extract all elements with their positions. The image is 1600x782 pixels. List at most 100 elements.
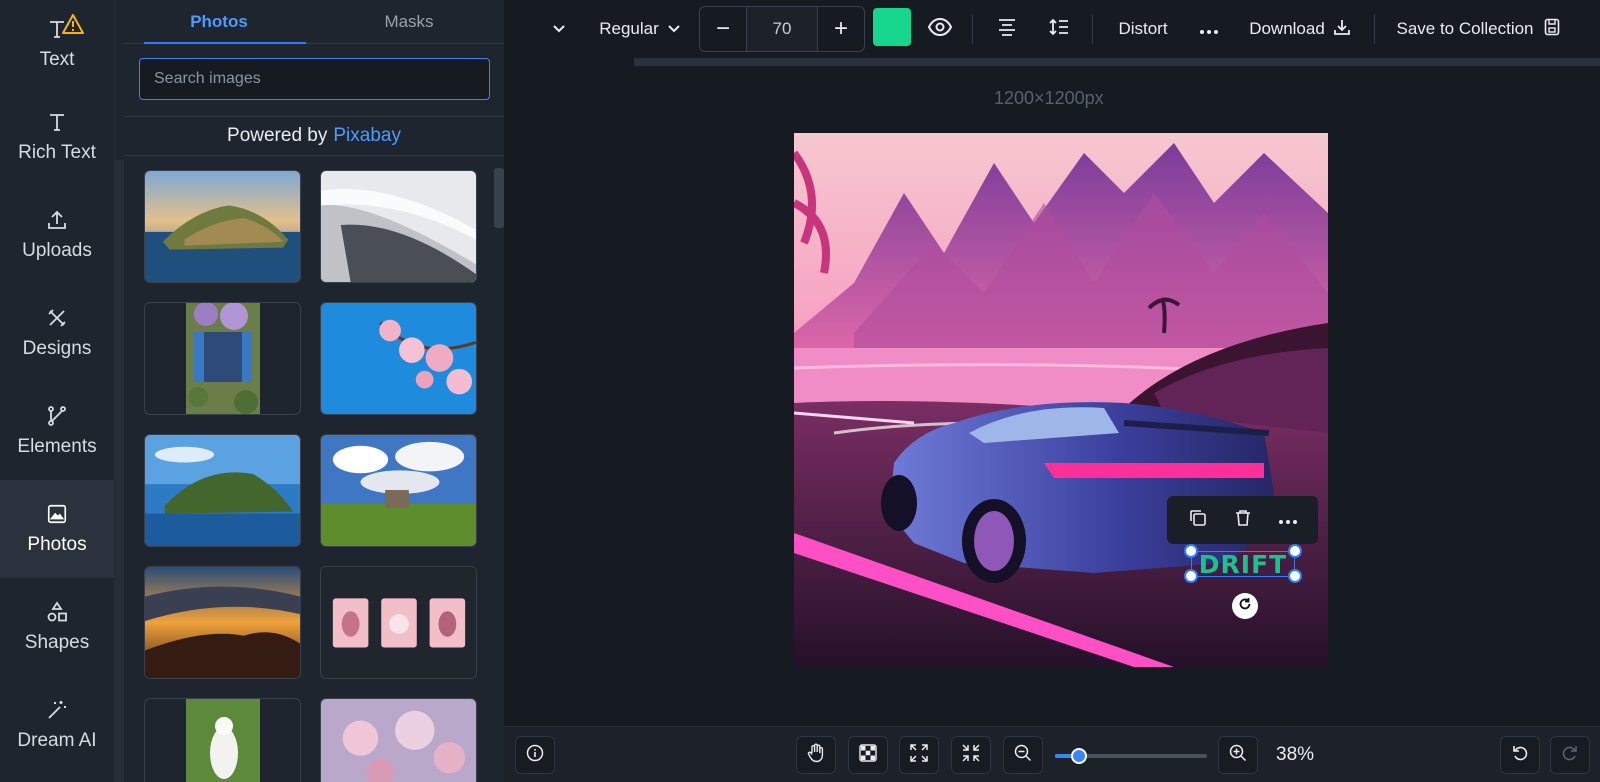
rail-item-uploads[interactable]: Uploads (0, 186, 114, 284)
font-size-input[interactable]: 70 (746, 7, 818, 51)
delete-button[interactable] (1226, 503, 1260, 537)
upload-icon (45, 208, 69, 232)
window-flowers-photo (185, 303, 260, 414)
visibility-button[interactable] (923, 12, 957, 46)
info-button[interactable] (515, 736, 555, 774)
photo-thumbnail[interactable] (320, 302, 477, 415)
search-input[interactable] (139, 58, 490, 100)
rail-item-rich-text[interactable]: Rich Text (0, 88, 114, 186)
transparency-grid-button[interactable] (848, 736, 888, 774)
photo-thumbnail[interactable] (144, 698, 301, 782)
resize-handle-bottom-right[interactable] (1288, 569, 1302, 583)
selection-box[interactable] (1191, 551, 1295, 577)
redo-button[interactable] (1550, 736, 1590, 774)
resize-handle-bottom-left[interactable] (1184, 569, 1198, 583)
more-options-button[interactable] (1196, 12, 1222, 46)
shrink-view-button[interactable] (951, 736, 991, 774)
zoom-in-icon (1229, 744, 1247, 767)
increase-font-size-button[interactable]: + (818, 7, 864, 51)
photo-thumbnail[interactable] (320, 566, 477, 679)
resize-handle-top-left[interactable] (1184, 544, 1198, 558)
photo-thumbnail[interactable] (320, 170, 477, 283)
font-family-dropdown[interactable] (550, 12, 568, 46)
element-more-button[interactable] (1271, 503, 1305, 537)
rich-text-icon (45, 110, 69, 134)
text-color-swatch[interactable] (873, 8, 911, 46)
photo-thumbnail[interactable] (320, 698, 477, 782)
undo-button[interactable] (1500, 736, 1540, 774)
sunset-clouds-photo (145, 567, 300, 678)
mountain-fog-photo (321, 171, 476, 282)
rail-item-text[interactable]: Text (0, 0, 114, 88)
align-center-icon (997, 18, 1017, 41)
island-sea-photo (145, 435, 300, 546)
line-spacing-button[interactable] (1042, 12, 1076, 46)
zoom-in-button[interactable] (1218, 736, 1258, 774)
artboard[interactable] (794, 133, 1328, 667)
cockatoo-photo (185, 699, 260, 782)
duplicate-button[interactable] (1181, 503, 1215, 537)
rotate-icon (1238, 597, 1252, 616)
zoom-slider-knob[interactable] (1071, 748, 1087, 764)
font-weight-dropdown[interactable]: Regular (597, 12, 683, 46)
rail-label-text: Text (39, 49, 75, 70)
warning-icon[interactable] (62, 14, 84, 39)
save-label: Save to Collection (1396, 19, 1534, 38)
line-spacing-icon (1049, 18, 1069, 41)
more-horizontal-icon (1200, 19, 1218, 39)
decrease-font-size-button[interactable]: − (700, 7, 746, 51)
shapes-icon (45, 600, 69, 624)
pan-tool-button[interactable] (796, 736, 836, 774)
grid-scrollbar-thumb[interactable] (494, 168, 504, 228)
tab-photos[interactable]: Photos (124, 0, 314, 44)
pink-flowers-photo (321, 699, 476, 782)
photo-thumbnail[interactable] (320, 434, 477, 547)
save-icon (1544, 18, 1560, 41)
font-weight-value: Regular (599, 19, 659, 38)
panel-scrollbar[interactable] (114, 160, 124, 782)
trash-icon (1235, 509, 1251, 532)
checkerboard-icon (859, 743, 877, 767)
chevron-down-icon (552, 19, 566, 39)
rail-label-dream-ai: Dream AI (17, 730, 97, 751)
distort-button[interactable]: Distort (1110, 12, 1176, 46)
elements-icon (45, 404, 69, 428)
photo-thumbnail[interactable] (144, 170, 301, 283)
text-align-button[interactable] (990, 12, 1024, 46)
photo-thumbnail[interactable] (144, 302, 301, 415)
save-to-collection-button[interactable]: Save to Collection (1392, 12, 1564, 46)
plus-icon: + (833, 15, 848, 42)
rail-label-designs: Designs (22, 338, 92, 359)
rail-label-shapes: Shapes (24, 632, 90, 653)
rail-label-elements: Elements (17, 436, 97, 457)
rail-label-rich-text: Rich Text (18, 142, 96, 163)
toolbar-divider (1374, 14, 1375, 44)
bottom-bar (504, 726, 1600, 782)
horizontal-scrollbar[interactable] (634, 58, 1600, 66)
countryside-photo (321, 435, 476, 546)
resize-handle-top-right[interactable] (1288, 544, 1302, 558)
cherry-blossom-photo (321, 303, 476, 414)
rail-item-elements[interactable]: Elements (0, 382, 114, 480)
zoom-out-button[interactable] (1003, 736, 1043, 774)
photo-thumbnail[interactable] (144, 434, 301, 547)
info-icon (526, 744, 544, 767)
download-label: Download (1249, 19, 1325, 38)
rotate-handle[interactable] (1232, 593, 1258, 619)
rail-item-shapes[interactable]: Shapes (0, 578, 114, 676)
copy-icon (1189, 509, 1207, 532)
fit-to-screen-button[interactable] (899, 736, 939, 774)
rail-item-photos[interactable]: Photos (0, 480, 114, 578)
synthwave-car-image (794, 133, 1328, 667)
tab-masks[interactable]: Masks (314, 0, 504, 43)
chevron-down-icon (667, 19, 681, 39)
rail-item-designs[interactable]: Designs (0, 284, 114, 382)
rail-item-dream-ai[interactable]: Dream AI (0, 676, 114, 774)
island-photo (145, 171, 300, 282)
zoom-slider[interactable] (1055, 748, 1207, 764)
download-button[interactable]: Download (1246, 12, 1354, 46)
download-icon (1333, 18, 1351, 41)
pixabay-link[interactable]: Pixabay (333, 125, 401, 147)
photo-thumbnail[interactable] (144, 566, 301, 679)
app-root: Text Rich Text Uploads Designs Elements … (0, 0, 1600, 782)
